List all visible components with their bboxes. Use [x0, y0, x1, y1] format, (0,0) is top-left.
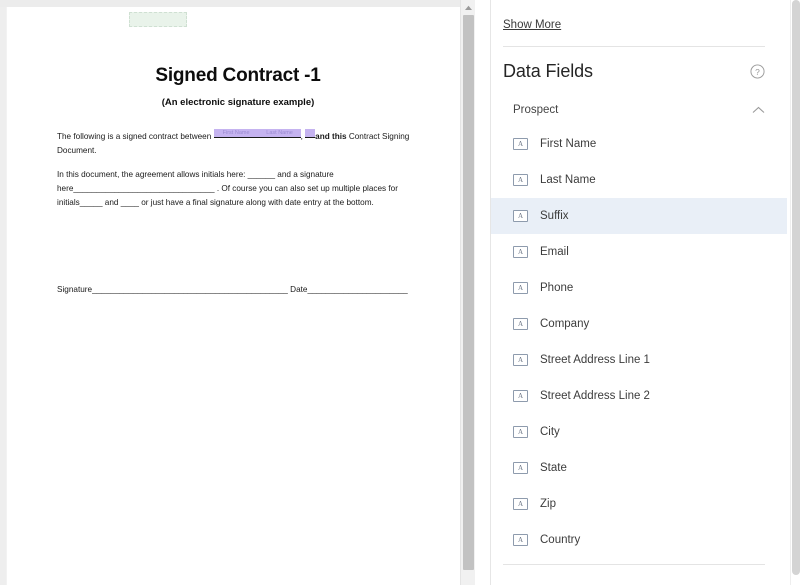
data-field-row[interactable]: A Street Address Line 2: [503, 378, 765, 414]
data-field-label: State: [540, 462, 567, 474]
data-field-label: Street Address Line 1: [540, 354, 650, 366]
data-field-row[interactable]: A Last Name: [503, 162, 765, 198]
inline-field-tag-blank[interactable]: [305, 129, 316, 138]
data-field-row[interactable]: A First Name: [503, 126, 765, 162]
data-field-label: City: [540, 426, 560, 438]
field-group-header-prospect[interactable]: Prospect: [503, 100, 765, 120]
document-page[interactable]: Signed Contract -1 (An electronic signat…: [6, 7, 468, 585]
svg-text:?: ?: [755, 67, 760, 77]
text-field-icon: A: [513, 354, 528, 366]
document-title: Signed Contract -1: [155, 65, 321, 86]
document-scrollbar[interactable]: [460, 0, 475, 585]
text-field-icon: A: [513, 174, 528, 186]
paragraph1-comma: ,: [300, 132, 303, 141]
data-fields-panel: Show More Data Fields ? Prospect A First…: [490, 0, 800, 585]
inline-field-tag-last-name[interactable]: Last Name: [258, 129, 301, 138]
data-field-label: Last Name: [540, 174, 596, 186]
question-circle-icon[interactable]: ?: [750, 64, 765, 79]
document-scrollbar-thumb[interactable]: [463, 15, 474, 570]
text-field-icon: A: [513, 246, 528, 258]
data-field-list: A First Name A Last Name A Suffix A Email A Phone…: [491, 126, 787, 558]
show-more-link[interactable]: Show More: [503, 19, 561, 31]
data-field-row[interactable]: A City: [503, 414, 765, 450]
viewer-top-strip: [0, 0, 470, 7]
field-drop-placeholder[interactable]: [129, 12, 187, 27]
text-field-icon: A: [513, 138, 528, 150]
panel-title: Data Fields: [503, 61, 593, 81]
data-field-row[interactable]: A State: [503, 450, 765, 486]
data-fields-panel-inner: Show More Data Fields ? Prospect A First…: [491, 0, 787, 585]
chevron-up-icon[interactable]: [752, 106, 765, 114]
document-paragraph-1: The following is a signed contract betwe…: [57, 129, 423, 158]
document-subtitle: (An electronic signature example): [161, 97, 315, 108]
data-field-row[interactable]: A Street Address Line 1: [503, 342, 765, 378]
paragraph2-line3: initials_____ and ____ or just have a fi…: [57, 198, 374, 207]
data-field-row[interactable]: A Zip: [503, 486, 765, 522]
panel-header: Data Fields ?: [503, 61, 765, 82]
text-field-icon: A: [513, 282, 528, 294]
data-field-label: Country: [540, 534, 581, 546]
signature-rule[interactable]: ________________________________________…: [92, 285, 288, 294]
paragraph2-line2: here_______________________________ . Of…: [57, 184, 398, 193]
data-field-label: Zip: [540, 498, 556, 510]
field-group-label: Prospect: [513, 104, 559, 116]
data-field-row[interactable]: A Company: [503, 306, 765, 342]
data-field-row[interactable]: A Email: [503, 234, 765, 270]
date-rule[interactable]: ______________________: [307, 285, 407, 294]
panel-scrollbar-thumb[interactable]: [792, 0, 800, 575]
signature-label: Signature: [57, 285, 93, 294]
panel-divider-bottom: [503, 564, 765, 565]
viewer-right-gap: [475, 0, 490, 585]
show-more-row: Show More: [503, 0, 765, 33]
data-field-row[interactable]: A Suffix: [491, 198, 787, 234]
text-field-icon: A: [513, 426, 528, 438]
data-field-label: Street Address Line 2: [540, 390, 650, 402]
inline-field-tag-first-name[interactable]: First Name: [213, 129, 259, 138]
data-field-row[interactable]: A Phone: [503, 270, 765, 306]
panel-divider-top: [503, 46, 765, 47]
text-field-icon: A: [513, 498, 528, 510]
data-field-label: Company: [540, 318, 590, 330]
data-field-label: Phone: [540, 282, 574, 294]
panel-scrollbar[interactable]: [790, 0, 800, 585]
paragraph1-lead: The following is a signed contract betwe…: [57, 132, 212, 141]
text-field-icon: A: [513, 318, 528, 330]
document-viewer-pane: Signed Contract -1 (An electronic signat…: [0, 0, 490, 585]
text-field-icon: A: [513, 210, 528, 222]
document-body: The following is a signed contract betwe…: [57, 129, 423, 220]
date-label: Date: [290, 285, 308, 294]
document-paragraph-2: In this document, the agreement allows i…: [57, 168, 423, 210]
paragraph1-bold-run: and this: [315, 132, 347, 141]
data-field-label: First Name: [540, 138, 597, 150]
data-field-label: Email: [540, 246, 569, 258]
scroll-up-arrow-icon[interactable]: [461, 2, 476, 14]
text-field-icon: A: [513, 534, 528, 546]
data-field-label: Suffix: [540, 210, 569, 222]
app-root: Signed Contract -1 (An electronic signat…: [0, 0, 800, 585]
text-field-icon: A: [513, 462, 528, 474]
data-field-row[interactable]: A Country: [503, 522, 765, 558]
paragraph2-line1: In this document, the agreement allows i…: [57, 170, 334, 179]
text-field-icon: A: [513, 390, 528, 402]
signature-date-line: Signature_______________________________…: [57, 285, 408, 294]
